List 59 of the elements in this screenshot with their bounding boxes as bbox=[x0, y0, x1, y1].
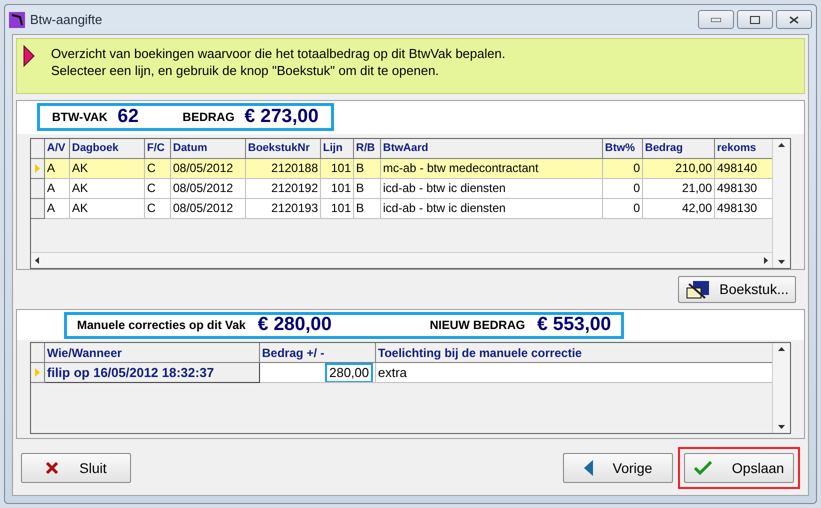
row-indicator[interactable] bbox=[31, 363, 45, 383]
minimize-icon bbox=[711, 18, 721, 22]
table-cell: 101 bbox=[321, 198, 354, 219]
maximize-button[interactable] bbox=[737, 10, 773, 29]
field-value: € 280,00 bbox=[258, 312, 333, 337]
field-label: BEDRAG bbox=[182, 109, 235, 126]
pointer-icon bbox=[23, 45, 35, 67]
field-value: € 553,00 bbox=[537, 312, 612, 337]
table-cell: B bbox=[354, 198, 381, 219]
table-row[interactable]: A AK C 08/05/2012 2120193 101 B icd-ab - btw ic diensten 0 42,00 498130 bbox=[31, 198, 772, 219]
scroll-up-icon[interactable] bbox=[778, 142, 785, 147]
window-title: Btw-aangifte bbox=[30, 10, 102, 29]
table-cell: AK bbox=[70, 198, 145, 219]
info-text: Overzicht van boekingen waarvoor die het totaalbedrag op dit BtwVak bepalen. bbox=[51, 45, 506, 62]
previous-button[interactable]: Vorige bbox=[563, 453, 673, 483]
row-indicator[interactable] bbox=[31, 198, 45, 219]
table-row[interactable]: A AK C 08/05/2012 2120188 101 B mc-ab - btw medecontractant 0 210,00 498140 bbox=[31, 158, 772, 179]
info-text: Selecteer een lijn, en gebruik de knop "Boekstuk" om dit te openen. bbox=[51, 62, 440, 79]
table-cell: 08/05/2012 bbox=[171, 198, 246, 219]
field-label: NIEUW BEDRAG bbox=[430, 317, 526, 334]
back-arrow-icon bbox=[584, 460, 593, 476]
table-cell: icd-ab - btw ic diensten bbox=[381, 198, 603, 219]
table-cell: 0 bbox=[603, 198, 643, 219]
row-indicator[interactable] bbox=[31, 138, 45, 159]
scroll-down-icon[interactable] bbox=[778, 425, 785, 429]
table-row[interactable]: A AK C 08/05/2012 2120192 101 B icd-ab - btw ic diensten 0 21,00 498130 bbox=[31, 178, 772, 199]
table-cell: filip op 16/05/2012 18:32:37 bbox=[45, 363, 260, 383]
checkmark-icon bbox=[694, 461, 712, 475]
boekstuk-button[interactable]: Boekstuk... bbox=[678, 276, 796, 303]
field-value: 62 bbox=[118, 105, 140, 130]
save-button[interactable]: Opslaan bbox=[684, 453, 794, 483]
row-indicator[interactable] bbox=[31, 178, 45, 199]
row-pointer-icon bbox=[35, 368, 40, 377]
app-icon bbox=[9, 12, 25, 28]
row-indicator[interactable] bbox=[31, 343, 45, 363]
row-indicator[interactable] bbox=[31, 158, 45, 179]
table-cell: 2120193 bbox=[246, 198, 321, 219]
table-cell: C bbox=[145, 198, 171, 219]
maximize-icon bbox=[750, 16, 760, 24]
scrollbar[interactable] bbox=[772, 343, 790, 433]
scroll-left-icon[interactable] bbox=[35, 257, 39, 264]
field-label: BTW-VAK bbox=[52, 109, 108, 126]
document-edit-icon bbox=[685, 280, 712, 300]
table-row[interactable]: filip op 16/05/2012 18:32:37 280,00 extra bbox=[31, 363, 772, 383]
row-pointer-icon bbox=[35, 164, 40, 173]
amount-field[interactable]: 280,00 bbox=[325, 363, 373, 382]
scroll-down-icon[interactable] bbox=[778, 260, 785, 264]
field-value: € 273,00 bbox=[244, 105, 319, 130]
field-label: Manuele correcties op dit Vak bbox=[77, 317, 246, 334]
horizontal-scrollbar[interactable] bbox=[31, 252, 772, 268]
scroll-right-icon[interactable] bbox=[764, 257, 768, 264]
close-button[interactable]: Sluit bbox=[21, 453, 131, 483]
close-button[interactable] bbox=[776, 10, 812, 29]
scroll-up-icon[interactable] bbox=[778, 347, 785, 351]
table-cell: 42,00 bbox=[643, 198, 715, 219]
table-cell: A bbox=[45, 198, 70, 219]
close-icon bbox=[789, 16, 799, 24]
close-icon bbox=[45, 461, 60, 475]
scrollbar[interactable] bbox=[772, 138, 790, 268]
